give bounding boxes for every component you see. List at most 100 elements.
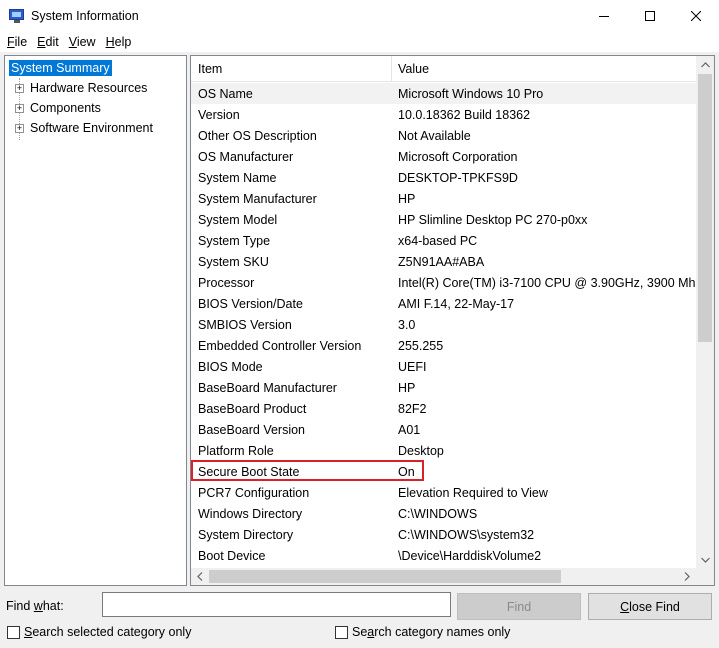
vertical-scrollbar[interactable] (696, 56, 714, 569)
search-category-names-checkbox[interactable]: Search category names only (335, 625, 510, 639)
item-cell: System Directory (198, 527, 294, 542)
details-list[interactable]: Item Value OS Name Microsoft Windows 10 P… (190, 55, 715, 586)
find-what-input[interactable] (102, 592, 451, 617)
item-cell: System Name (198, 170, 277, 185)
item-cell: System Type (198, 233, 271, 248)
value-cell: Intel(R) Core(TM) i3-7100 CPU @ 3.90GHz,… (398, 275, 696, 290)
table-row[interactable]: BaseBoard Product 82F2 (191, 398, 696, 419)
value-cell: x64-based PC (398, 233, 478, 248)
tree-item-label: Hardware Resources (30, 81, 148, 95)
scroll-up-icon[interactable] (696, 56, 714, 74)
table-row[interactable]: BIOS Mode UEFI (191, 356, 696, 377)
value-cell: HP (398, 191, 416, 206)
value-cell: AMI F.14, 22-May-17 (398, 296, 515, 311)
table-row[interactable]: PCR7 Configuration Elevation Required to … (191, 482, 696, 503)
tree-item-software-environment[interactable]: + Software Environment (5, 118, 186, 138)
search-selected-category-checkbox[interactable]: Search selected category only (7, 625, 191, 639)
scroll-down-icon[interactable] (696, 551, 714, 569)
tree-item-system-summary[interactable]: System Summary (9, 58, 186, 78)
item-cell: Other OS Description (198, 128, 317, 143)
tree-item-components[interactable]: + Components (5, 98, 186, 118)
minimize-icon (599, 15, 609, 17)
find-what-label: Find what: (6, 599, 64, 613)
horizontal-scroll-thumb[interactable] (209, 570, 561, 583)
table-row[interactable]: Windows Directory C:\WINDOWS (191, 503, 696, 524)
tree-item-label: Components (30, 101, 101, 115)
table-row[interactable]: OS Name Microsoft Windows 10 Pro (191, 83, 696, 104)
table-row[interactable]: Platform Role Desktop (191, 440, 696, 461)
menu-file[interactable]: File (2, 35, 32, 49)
value-cell: C:\WINDOWS\system32 (398, 527, 535, 542)
checkbox-unchecked[interactable] (7, 625, 20, 639)
value-cell: UEFI (398, 359, 427, 374)
category-tree[interactable]: System Summary + Hardware Resources + Co… (4, 55, 187, 586)
table-row[interactable]: System Name DESKTOP-TPKFS9D (191, 167, 696, 188)
checkbox-unchecked[interactable] (335, 625, 348, 639)
maximize-button[interactable] (627, 0, 673, 31)
list-rows: OS Name Microsoft Windows 10 Pro Version 10… (191, 83, 696, 569)
tree-item-hardware-resources[interactable]: + Hardware Resources (5, 78, 186, 98)
value-cell: DESKTOP-TPKFS9D (398, 170, 518, 185)
find-button[interactable]: Find (457, 593, 581, 620)
value-cell: 255.255 (398, 338, 444, 353)
value-cell: 3.0 (398, 317, 416, 332)
close-button[interactable] (673, 0, 719, 31)
value-cell: Elevation Required to View (398, 485, 548, 500)
item-cell: Secure Boot State (198, 464, 300, 479)
checkbox-label: Search category names only (352, 625, 511, 639)
table-row[interactable]: BIOS Version/Date AMI F.14, 22-May-17 (191, 293, 696, 314)
tree-item-label: Software Environment (30, 121, 153, 135)
item-cell: OS Manufacturer (198, 149, 294, 164)
item-cell: BaseBoard Version (198, 422, 306, 437)
table-row[interactable]: System Directory C:\WINDOWS\system32 (191, 524, 696, 545)
value-cell: Z5N91AA#ABA (398, 254, 485, 269)
horizontal-scrollbar[interactable] (191, 568, 696, 585)
minimize-button[interactable] (581, 0, 627, 31)
table-row[interactable]: System Manufacturer HP (191, 188, 696, 209)
item-cell: BIOS Version/Date (198, 296, 303, 311)
table-row[interactable]: System Model HP Slimline Desktop PC 270-p… (191, 209, 696, 230)
table-row[interactable]: BaseBoard Manufacturer HP (191, 377, 696, 398)
close-icon (691, 10, 701, 21)
expand-plus-icon[interactable]: + (15, 103, 24, 113)
vertical-scroll-thumb[interactable] (698, 74, 712, 342)
column-header-value[interactable]: Value (392, 56, 696, 82)
table-row[interactable]: Version 10.0.18362 Build 18362 (191, 104, 696, 125)
table-row[interactable]: Embedded Controller Version 255.255 (191, 335, 696, 356)
value-cell: A01 (398, 422, 421, 437)
item-cell: SMBIOS Version (198, 317, 292, 332)
value-cell: Desktop (398, 443, 444, 458)
menu-help[interactable]: Help (101, 35, 137, 49)
table-row[interactable]: Secure Boot State On (191, 461, 696, 482)
scroll-left-icon[interactable] (191, 568, 209, 585)
value-cell: HP (398, 380, 416, 395)
menu-edit[interactable]: Edit (32, 35, 64, 49)
title-bar[interactable]: System Information (0, 0, 719, 31)
expand-plus-icon[interactable]: + (15, 123, 24, 133)
scrollbar-corner (696, 568, 714, 585)
item-cell: System SKU (198, 254, 269, 269)
menu-view[interactable]: View (64, 35, 101, 49)
item-cell: BaseBoard Product (198, 401, 307, 416)
item-cell: BIOS Mode (198, 359, 263, 374)
table-row[interactable]: Other OS Description Not Available (191, 125, 696, 146)
item-cell: System Manufacturer (198, 191, 317, 206)
table-row[interactable]: OS Manufacturer Microsoft Corporation (191, 146, 696, 167)
table-row[interactable]: System SKU Z5N91AA#ABA (191, 251, 696, 272)
scroll-right-icon[interactable] (678, 568, 696, 585)
table-row[interactable]: System Type x64-based PC (191, 230, 696, 251)
maximize-icon (645, 10, 655, 21)
column-header-item[interactable]: Item (191, 56, 392, 82)
table-row[interactable]: SMBIOS Version 3.0 (191, 314, 696, 335)
close-find-button[interactable]: Close Find (588, 593, 712, 620)
table-row[interactable]: BaseBoard Version A01 (191, 419, 696, 440)
item-cell: Embedded Controller Version (198, 338, 362, 353)
tree-item-label: System Summary (9, 60, 112, 76)
list-header: Item Value (191, 56, 696, 82)
item-cell: BaseBoard Manufacturer (198, 380, 337, 395)
value-cell: 10.0.18362 Build 18362 (398, 107, 531, 122)
item-cell: System Model (198, 212, 278, 227)
expand-plus-icon[interactable]: + (15, 83, 24, 93)
table-row[interactable]: Boot Device \Device\HarddiskVolume2 (191, 545, 696, 566)
table-row[interactable]: Processor Intel(R) Core(TM) i3-7100 CPU @… (191, 272, 696, 293)
